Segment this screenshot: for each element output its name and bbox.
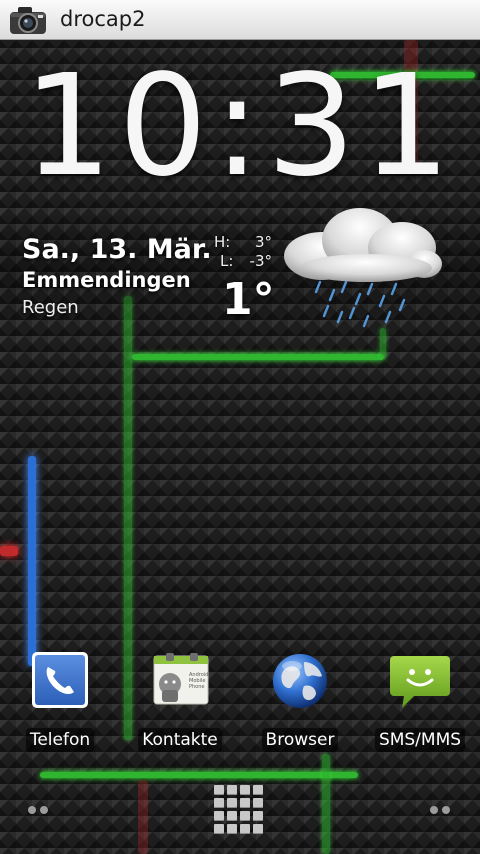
globe-icon — [273, 654, 327, 708]
dock-app-browser[interactable]: Browser — [245, 650, 355, 760]
camera-icon — [10, 7, 46, 34]
page-dot — [40, 806, 48, 814]
weather-high-value: 3° — [254, 233, 272, 251]
weather-low-label: L: — [220, 252, 234, 270]
blue-trail — [28, 456, 36, 666]
green-trail-bottom-vertical — [322, 754, 330, 854]
page-dot — [430, 806, 438, 814]
dock-label-sms: SMS/MMS — [374, 728, 466, 752]
dock-label-browser: Browser — [261, 728, 339, 752]
page-dot — [442, 806, 450, 814]
green-trail-mid — [132, 354, 384, 360]
weather-high-label: H: — [214, 233, 231, 251]
weather-high-low: H: 3° L: -3° — [214, 233, 272, 271]
weather-low-value: -3° — [249, 252, 272, 270]
red-trail-left — [0, 546, 18, 556]
status-bar: drocap2 — [0, 0, 480, 40]
phone-icon — [32, 652, 88, 708]
weather-temperature: 1° — [222, 274, 275, 325]
dock-app-telefon[interactable]: Telefon — [5, 650, 115, 760]
weather-date: Sa., 13. Mär. — [22, 234, 212, 265]
clock-widget[interactable]: 10:31 — [0, 52, 480, 202]
dock-app-kontakte[interactable]: Android Mobile Phone Kontakte — [125, 650, 235, 760]
rain-cloud-icon — [284, 208, 442, 328]
dock-label-kontakte: Kontakte — [138, 728, 222, 752]
app-drawer-icon[interactable] — [214, 785, 266, 837]
weather-low-row: L: -3° — [214, 252, 272, 271]
page-dot — [28, 806, 36, 814]
contacts-card-text: Android Mobile Phone — [189, 672, 213, 690]
contacts-card-line3: Phone — [189, 684, 205, 690]
weather-high-row: H: 3° — [214, 233, 272, 252]
dock-app-sms[interactable]: SMS/MMS — [365, 650, 475, 760]
weather-condition: Regen — [22, 297, 79, 318]
sms-icon — [390, 656, 450, 708]
weather-city: Emmendingen — [22, 268, 191, 292]
red-trail-bottom — [138, 780, 148, 854]
dock-label-telefon: Telefon — [25, 728, 95, 752]
page-indicator-left[interactable] — [28, 804, 54, 816]
page-indicator-right[interactable] — [430, 804, 456, 816]
notification-title: drocap2 — [60, 7, 146, 31]
green-trail-bottom — [40, 772, 358, 778]
